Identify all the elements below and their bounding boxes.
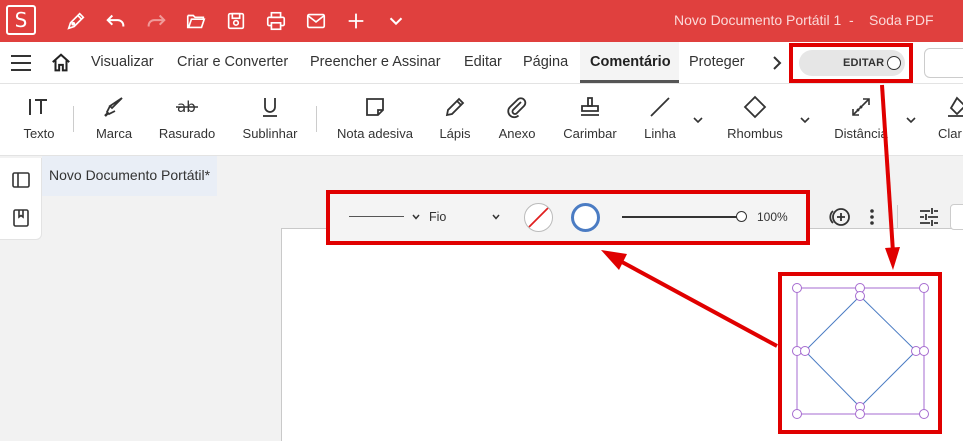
tool-label: Clar (938, 126, 962, 141)
toolbar-separator (897, 205, 898, 229)
pen-icon[interactable] (63, 8, 89, 34)
document-title: Novo Documento Portátil 1 (674, 12, 842, 28)
underline-icon (257, 94, 283, 120)
tool-distancia[interactable]: Distância (830, 84, 892, 156)
tool-texto[interactable]: Texto (18, 84, 60, 156)
tab-pagina[interactable]: Página (523, 54, 568, 70)
bookmark-icon[interactable] (11, 208, 31, 228)
tool-linha[interactable]: Linha (640, 84, 680, 156)
document-tab[interactable]: Novo Documento Portátil* (42, 156, 217, 196)
tool-nota-adesiva[interactable]: Nota adesiva (335, 84, 415, 156)
title-bar: S Novo Documento Portátil 1 - Soda PDF (0, 0, 963, 42)
tab-visualizar[interactable]: Visualizar (91, 54, 154, 70)
highlighter-icon (101, 94, 127, 120)
undo-icon[interactable] (103, 8, 129, 34)
tool-label: Rasurado (158, 126, 216, 141)
rhombus-dropdown-chevron-icon[interactable] (799, 114, 811, 126)
linha-dropdown-chevron-icon[interactable] (692, 114, 704, 126)
tab-editar[interactable]: Editar (464, 54, 502, 70)
tab-comentario[interactable]: Comentário (590, 54, 671, 70)
tool-label: Linha (644, 126, 676, 141)
eraser-icon (944, 94, 963, 120)
search-input[interactable] (924, 48, 963, 78)
tool-label: Lápis (439, 126, 471, 141)
left-side-panel (0, 158, 42, 240)
line-icon (647, 94, 673, 120)
tab-criar-e-converter[interactable]: Criar e Converter (177, 54, 288, 70)
tool-lapis[interactable]: Lápis (436, 84, 474, 156)
ribbon-separator (73, 106, 74, 132)
rhombus-icon (742, 94, 768, 120)
tab-proteger[interactable]: Proteger (689, 54, 745, 70)
text-tool-icon (26, 94, 52, 120)
tool-marca[interactable]: Marca (88, 84, 140, 156)
home-icon[interactable] (50, 52, 72, 74)
tool-anexo[interactable]: Anexo (495, 84, 539, 156)
distance-icon (848, 94, 874, 120)
tool-label: Nota adesiva (337, 126, 413, 141)
stamp-icon (577, 94, 603, 120)
strikethrough-icon: ab (174, 94, 200, 120)
tool-label: Anexo (498, 126, 536, 141)
tool-label: Rhombus (727, 126, 783, 141)
ribbon-separator (316, 106, 317, 132)
tool-label: Carimbar (563, 126, 617, 141)
adjust-sliders-icon[interactable] (917, 205, 941, 229)
comment-tools-ribbon (0, 84, 963, 156)
sticky-note-icon (362, 94, 388, 120)
more-dropdown-chevron-icon[interactable] (383, 8, 409, 34)
add-zoom-in-circle-icon[interactable] (828, 205, 852, 229)
title-separator: - (849, 12, 854, 28)
save-icon[interactable] (223, 8, 249, 34)
highlight-edit-toggle (789, 43, 913, 83)
tool-label: Texto (23, 126, 55, 141)
email-icon[interactable] (303, 8, 329, 34)
more-options-icon[interactable] (862, 205, 882, 229)
open-folder-icon[interactable] (183, 8, 209, 34)
chevron-right-icon[interactable] (770, 55, 784, 71)
app-name: Soda PDF (869, 12, 934, 28)
tool-clar[interactable]: Clar (938, 84, 963, 156)
tool-label: Distância (834, 126, 888, 141)
tool-sublinhar[interactable]: Sublinhar (238, 84, 302, 156)
new-document-plus-icon[interactable] (343, 8, 369, 34)
collapsed-panel-edge (950, 204, 963, 230)
panel-toggle-icon[interactable] (11, 170, 31, 190)
distancia-dropdown-chevron-icon[interactable] (905, 114, 917, 126)
tool-rhombus[interactable]: Rhombus (722, 84, 788, 156)
highlight-rhombus-shape (778, 272, 942, 434)
highlight-properties-toolbar (326, 190, 810, 245)
print-icon[interactable] (263, 8, 289, 34)
tool-label: Marca (95, 126, 133, 141)
pencil-icon (442, 94, 468, 120)
tab-preencher-e-assinar[interactable]: Preencher e Assinar (310, 54, 441, 70)
paperclip-icon (504, 94, 530, 120)
soda-pdf-logo[interactable]: S (6, 5, 36, 35)
document-tab-title: Novo Documento Portátil* (49, 167, 211, 183)
hamburger-menu-icon[interactable] (11, 55, 31, 71)
tool-carimbar[interactable]: Carimbar (561, 84, 619, 156)
redo-icon[interactable] (143, 8, 169, 34)
tool-label: Sublinhar (242, 126, 298, 141)
active-tab-indicator (580, 80, 679, 83)
tool-rasurado[interactable]: ab Rasurado (155, 84, 219, 156)
